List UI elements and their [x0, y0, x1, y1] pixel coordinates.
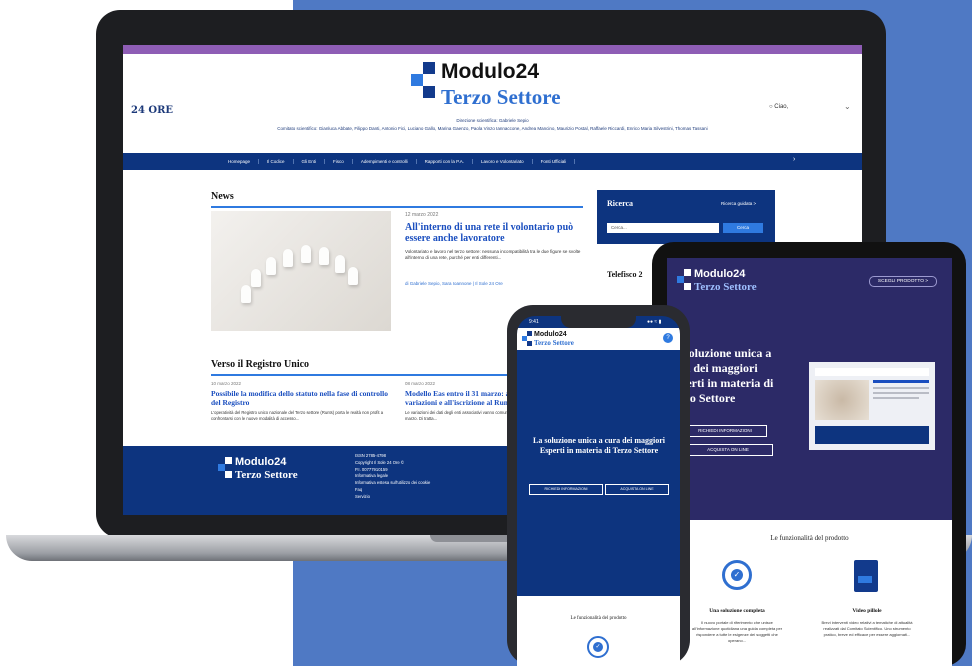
comitato-scientifico: Comitato scientifico: Gianluca Abbate, F… [277, 126, 708, 131]
search-input[interactable]: Cerca... [607, 223, 719, 233]
phone-features-section: Le funzionalità del prodotto ✓ [517, 596, 680, 666]
phone-brand-sub: Terzo Settore [534, 339, 574, 347]
divider [211, 206, 583, 208]
nav-item-rapporti-pa[interactable]: Rapporti con la P.A. [417, 159, 474, 164]
article-card[interactable]: 10 marzo 2022 Possibile la modifica dell… [211, 381, 391, 422]
account-label: Ciao, [774, 104, 789, 110]
feature-title: Una soluzione completa [709, 608, 765, 614]
news-section-title: News [211, 191, 234, 202]
nav-item-adempimenti[interactable]: Adempimenti e controlli [353, 159, 417, 164]
buy-online-button[interactable]: ACQUISTA ON LINE [683, 444, 773, 456]
article-body: L'operatività del Registro unico naziona… [211, 410, 384, 421]
footer-brand-name: Modulo24 [235, 456, 287, 468]
user-icon: ○ [769, 104, 773, 110]
feature-title: Video pillole [852, 608, 882, 614]
news-image[interactable] [211, 211, 391, 331]
search-button[interactable]: Cerca [723, 223, 763, 233]
tablet-screen: Modulo24 Terzo Settore SCEGLI PRODOTTO >… [667, 258, 952, 666]
help-icon[interactable]: ? [663, 333, 673, 343]
nav-item-fonti[interactable]: Fonti Ufficiali [533, 159, 576, 164]
check-badge-icon: ✓ [722, 560, 752, 590]
footer-copyright: Copyright Il Sole 24 Ore © [355, 459, 404, 465]
phone-brand-logo[interactable]: Modulo24 Terzo Settore [521, 331, 601, 349]
nav-item-codice[interactable]: Il Codice [259, 159, 294, 164]
tablet-brand-sub: Terzo Settore [694, 281, 757, 293]
phone-screen: 9:41 ●● ≈ ▮ Modulo24 Terzo Settore ? La … [517, 316, 680, 666]
product-screenshot [809, 362, 935, 450]
news-headline[interactable]: All'interno di una rete il volontario pu… [405, 222, 585, 244]
search-panel: Ricerca Ricerca guidata > Cerca... Cerca [597, 190, 775, 244]
brand-sub: Terzo Settore [441, 85, 561, 109]
features-title: Le funzionalità del prodotto [770, 534, 849, 542]
chevron-right-icon[interactable]: › [793, 156, 795, 163]
feature-description: Brevi interventi video relativi a temati… [821, 620, 913, 637]
brand-name: Modulo24 [441, 60, 539, 83]
status-time: 9:41 [529, 319, 539, 325]
footer-link-legale[interactable]: Informativa legale [355, 473, 430, 480]
news-summary: Volontariato e lavoro nel terzo settore:… [405, 249, 581, 260]
news-date: 12 marzo 2022 [405, 212, 439, 218]
footer-link-cookie[interactable]: Informativa estesa sull'utilizzo dei coo… [355, 480, 430, 487]
features-title: Le funzionalità del prodotto [570, 616, 627, 621]
features-section: Le funzionalità del prodotto ✓ Una soluz… [667, 520, 952, 666]
video-clipboard-icon [854, 560, 878, 592]
nav-item-enti[interactable]: Gli Enti [294, 159, 326, 164]
footer-link-servizio[interactable]: Servizio [355, 494, 430, 501]
tablet-brand-logo[interactable]: Modulo24 Terzo Settore [675, 268, 785, 298]
nav-item-homepage[interactable]: Homepage [220, 159, 260, 164]
nav-item-fisco[interactable]: Fisco [325, 159, 353, 164]
phone-header: Modulo24 Terzo Settore ? [517, 328, 680, 350]
phone-hero-title: La soluzione unica a cura dei maggiori E… [533, 436, 665, 455]
footer-link-faq[interactable]: Faq [355, 487, 430, 494]
status-icons: ●● ≈ ▮ [647, 319, 662, 325]
footer-brand-sub: Terzo Settore [235, 469, 298, 481]
footer-issn: ISSN 2785-4798 [355, 453, 386, 458]
article-headline[interactable]: Possibile la modifica dello statuto nell… [211, 389, 391, 407]
search-title: Ricerca [607, 199, 634, 208]
footer-logo[interactable]: Modulo24 Terzo Settore [213, 456, 333, 486]
footer-piva: P.I. 00777910159 [355, 466, 388, 472]
account-menu[interactable]: ○ Ciao, [769, 104, 788, 110]
request-info-button[interactable]: RICHIEDI INFORMAZIONI [683, 425, 767, 437]
top-accent-bar [123, 45, 862, 54]
registro-section-title: Verso il Registro Unico [211, 359, 310, 370]
advanced-search-link[interactable]: Ricerca guidata > [721, 201, 756, 206]
main-nav: Homepage Il Codice Gli Enti Fisco Adempi… [123, 153, 862, 170]
news-authors[interactable]: di Gabriele Sepio, Sara Ioannone | Il So… [405, 281, 503, 286]
request-info-button[interactable]: RICHIEDI INFORMAZIONI [529, 484, 603, 495]
brand-logo[interactable]: Modulo24 Terzo Settore [399, 59, 599, 111]
check-badge-icon: ✓ [587, 636, 609, 658]
choose-product-button[interactable]: SCEGLI PRODOTTO > [869, 276, 937, 287]
telefisco-title: Telefisco 2 [607, 270, 643, 279]
chevron-down-icon[interactable]: ⌄ [844, 102, 851, 111]
footer-links: ISSN 2785-4798 Copyright Il Sole 24 Ore … [355, 453, 430, 501]
feature-description: Il nuovo portale di riferimento che unis… [691, 620, 783, 643]
buy-online-button[interactable]: ACQUISTA ON LINE [605, 484, 669, 495]
logo-24ore[interactable]: 24 ORE [131, 105, 173, 116]
phone-notch [561, 316, 636, 328]
phone-brand-name: Modulo24 [534, 331, 567, 338]
tablet-brand-name: Modulo24 [694, 268, 746, 280]
nav-item-lavoro[interactable]: Lavoro e Volontariato [473, 159, 533, 164]
article-date: 10 marzo 2022 [211, 381, 242, 386]
direzione-scientifica: Direzione scientifica: Gabriele Sepio [456, 118, 529, 123]
